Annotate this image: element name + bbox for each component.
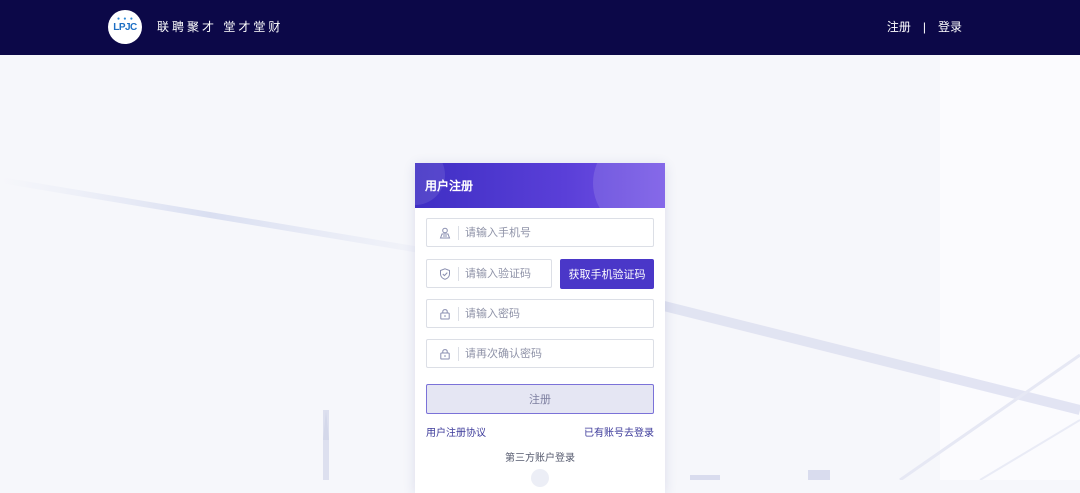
phone-input[interactable] (465, 223, 645, 243)
logo[interactable]: ● ● ● LPJC (108, 10, 142, 44)
card-header: 用户注册 (415, 163, 665, 208)
header-nav: 注册 | 登录 (887, 18, 962, 35)
go-login-link[interactable]: 已有账号去登录 (584, 424, 654, 439)
form-title: 用户注册 (425, 179, 474, 193)
third-party-login-icon[interactable] (531, 469, 549, 487)
register-card: 用户注册 获取手机验证码 (415, 163, 665, 493)
phone-field (426, 218, 654, 247)
confirm-password-input[interactable] (465, 344, 645, 364)
field-divider (458, 267, 459, 281)
password-field (426, 299, 654, 328)
get-sms-code-button[interactable]: 获取手机验证码 (560, 259, 654, 289)
site-slogan: 联聘聚才 堂才堂财 (157, 20, 284, 34)
logo-text: LPJC (113, 22, 137, 33)
nav-login-link[interactable]: 登录 (938, 18, 962, 35)
field-divider (458, 226, 459, 240)
header-bubble-decoration (593, 163, 665, 208)
user-icon (439, 227, 451, 239)
confirm-password-field (426, 339, 654, 368)
code-input[interactable] (465, 264, 545, 284)
field-divider (458, 347, 459, 361)
nav-separator: | (922, 19, 926, 34)
password-input[interactable] (465, 304, 645, 324)
top-navbar: ● ● ● LPJC 联聘聚才 堂才堂财 注册 | 登录 (0, 0, 1080, 55)
nav-register-link[interactable]: 注册 (887, 18, 911, 35)
register-submit-button[interactable]: 注册 (426, 384, 654, 414)
third-party-login-label: 第三方账户登录 (505, 453, 575, 464)
field-divider (458, 307, 459, 321)
lock-icon (440, 349, 450, 360)
shield-icon (440, 268, 450, 280)
user-agreement-link[interactable]: 用户注册协议 (426, 424, 486, 439)
lock-icon (440, 309, 450, 320)
code-field (426, 259, 552, 288)
